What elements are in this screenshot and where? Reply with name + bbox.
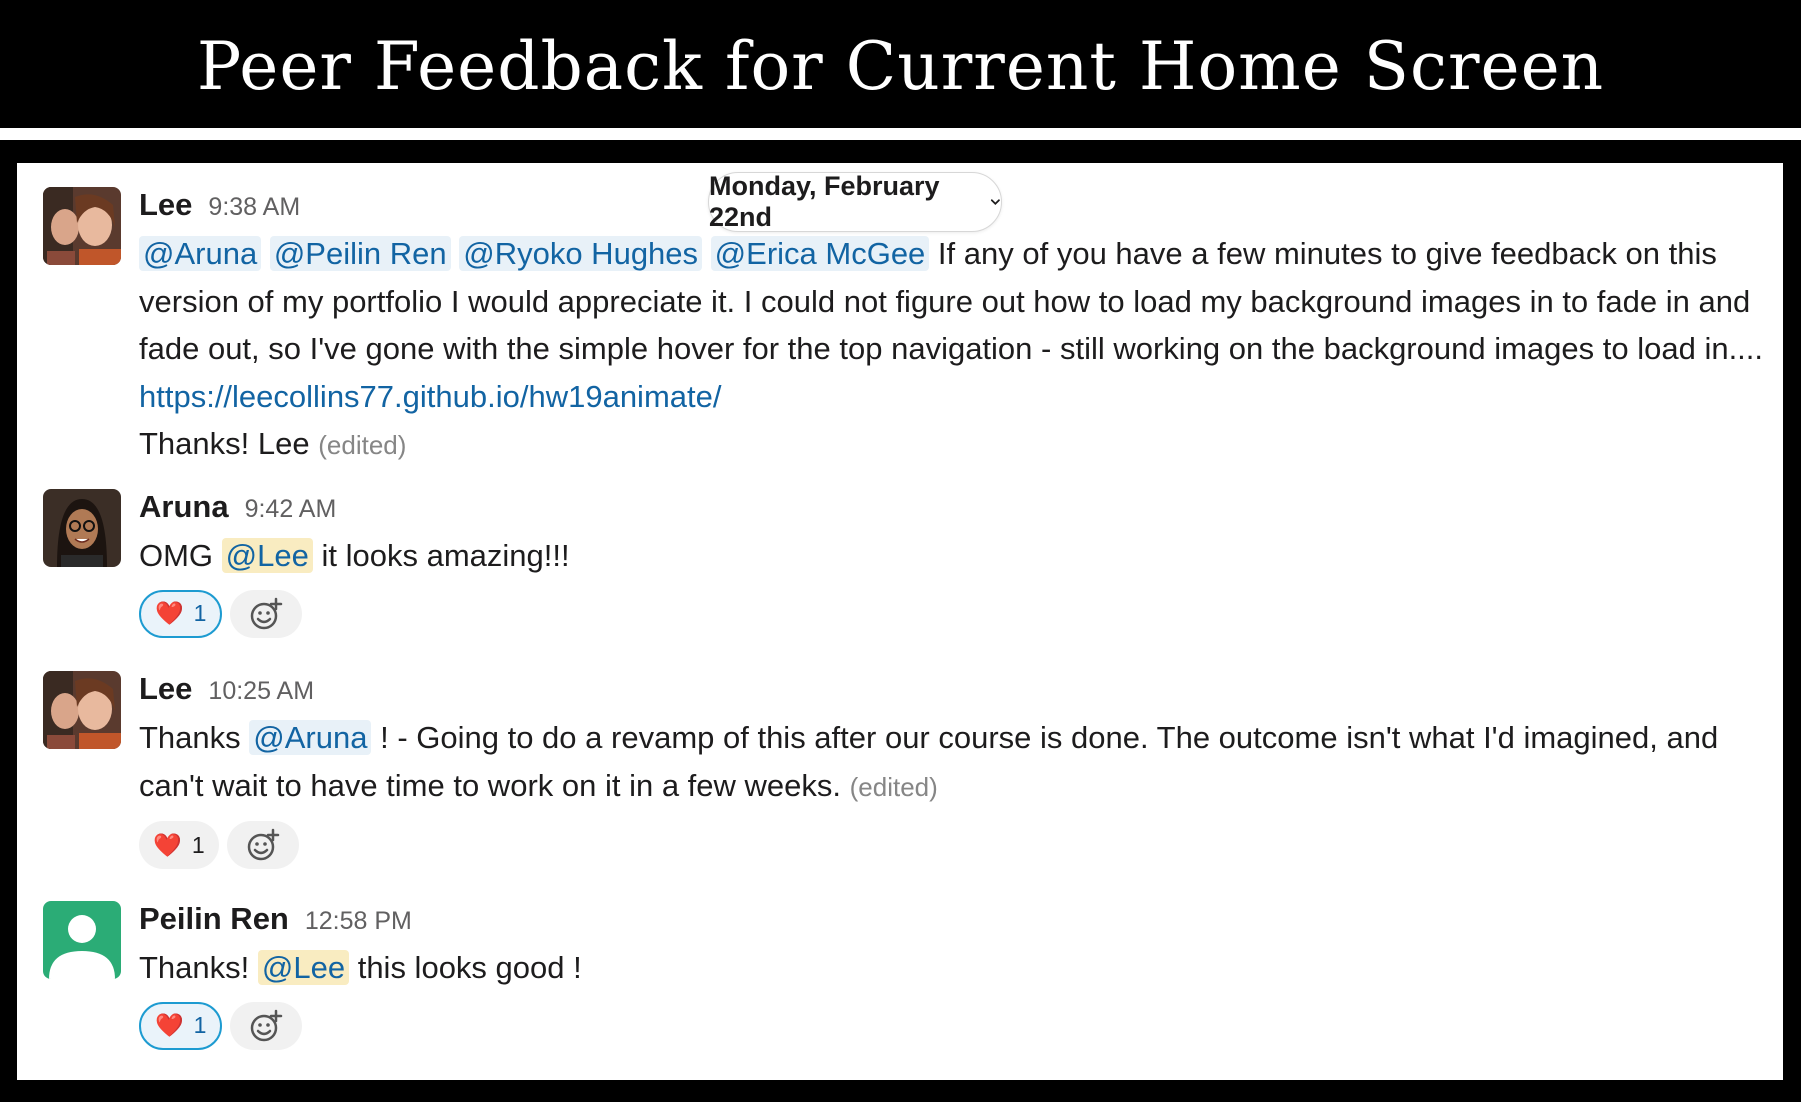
avatar-aruna[interactable]	[43, 489, 121, 567]
portfolio-link[interactable]: https://leecollins77.github.io/hw19anima…	[139, 379, 721, 414]
reaction-bar: ❤️ 1	[139, 1001, 1767, 1054]
edited-label: (edited)	[849, 771, 938, 802]
heart-reaction-button[interactable]: ❤️ 1	[139, 589, 223, 638]
message-text: OMG @Lee it looks amazing!!!	[139, 532, 1767, 580]
mention-erica-mcgee[interactable]: @Erica McGee	[710, 236, 930, 271]
message-content: Aruna 9:42 AM OMG @Lee it looks amazing!…	[139, 489, 1767, 642]
add-reaction-icon	[251, 597, 283, 629]
add-reaction-icon	[247, 828, 280, 861]
message-post-text: it looks amazing!!!	[312, 538, 570, 573]
avatar-photo	[43, 671, 121, 749]
default-avatar-icon	[43, 901, 121, 979]
reaction-count: 1	[193, 600, 207, 626]
message-post-text: this looks good !	[349, 950, 582, 985]
mention-ryoko-hughes[interactable]: @Ryoko Hughes	[459, 236, 703, 271]
author-name[interactable]: Lee	[139, 671, 192, 707]
timestamp[interactable]: 9:38 AM	[208, 193, 300, 222]
message-text: Thanks @Aruna ! - Going to do a revamp o…	[139, 714, 1767, 811]
add-reaction-button[interactable]	[230, 589, 303, 638]
mention-aruna[interactable]: @Aruna	[139, 236, 262, 271]
timestamp[interactable]: 9:42 AM	[245, 495, 337, 524]
message-content: Lee 10:25 AM Thanks @Aruna ! - Going to …	[139, 671, 1767, 873]
reaction-bar: ❤️ 1	[139, 821, 1767, 873]
timestamp[interactable]: 10:25 AM	[208, 677, 314, 706]
heart-reaction-button[interactable]: ❤️ 1	[139, 1001, 223, 1050]
title-banner: Peer Feedback for Current Home Screen	[0, 0, 1801, 128]
avatar-photo	[43, 187, 121, 265]
message-panel: Monday, February 22nd Lee 9:38 AM @Aruna…	[17, 163, 1783, 1080]
avatar-peilin-ren[interactable]	[43, 901, 121, 979]
heart-reaction-button[interactable]: ❤️ 1	[139, 821, 219, 869]
reaction-count: 1	[191, 831, 205, 858]
edited-label: (edited)	[318, 430, 407, 460]
reaction-count: 1	[193, 1012, 207, 1038]
message-text: Thanks! @Lee this looks good !	[139, 944, 1767, 992]
heart-emoji: ❤️	[155, 600, 184, 626]
message-text: @Aruna @Peilin Ren @Ryoko Hughes @Erica …	[139, 230, 1767, 470]
add-reaction-button[interactable]	[227, 821, 299, 869]
message-content: Lee 9:38 AM @Aruna @Peilin Ren @Ryoko Hu…	[139, 187, 1767, 470]
avatar-lee[interactable]	[43, 671, 121, 749]
heart-emoji: ❤️	[153, 831, 182, 858]
message-pre-text: Thanks!	[139, 950, 258, 985]
timestamp[interactable]: 12:58 PM	[305, 907, 412, 936]
mention-peilin-ren[interactable]: @Peilin Ren	[269, 236, 451, 271]
add-reaction-button[interactable]	[230, 1001, 303, 1050]
divider-rule	[0, 128, 1801, 140]
author-name[interactable]: Aruna	[139, 489, 229, 525]
message-pre-text: OMG	[139, 538, 222, 573]
avatar-lee[interactable]	[43, 187, 121, 265]
author-name[interactable]: Peilin Ren	[139, 901, 289, 937]
mention-aruna[interactable]: @Aruna	[249, 720, 372, 755]
heart-emoji: ❤️	[155, 1012, 184, 1038]
reaction-bar: ❤️ 1	[139, 589, 1767, 642]
message-pre-text: Thanks	[139, 720, 250, 755]
mention-lee[interactable]: @Lee	[257, 950, 350, 985]
message-content: Peilin Ren 12:58 PM Thanks! @Lee this lo…	[139, 901, 1767, 1054]
author-name[interactable]: Lee	[139, 187, 192, 223]
avatar-photo	[43, 489, 121, 567]
signoff-text: Thanks! Lee	[139, 426, 310, 461]
page-title: Peer Feedback for Current Home Screen	[196, 27, 1605, 105]
mention-lee[interactable]: @Lee	[221, 538, 313, 573]
add-reaction-icon	[251, 1009, 283, 1041]
